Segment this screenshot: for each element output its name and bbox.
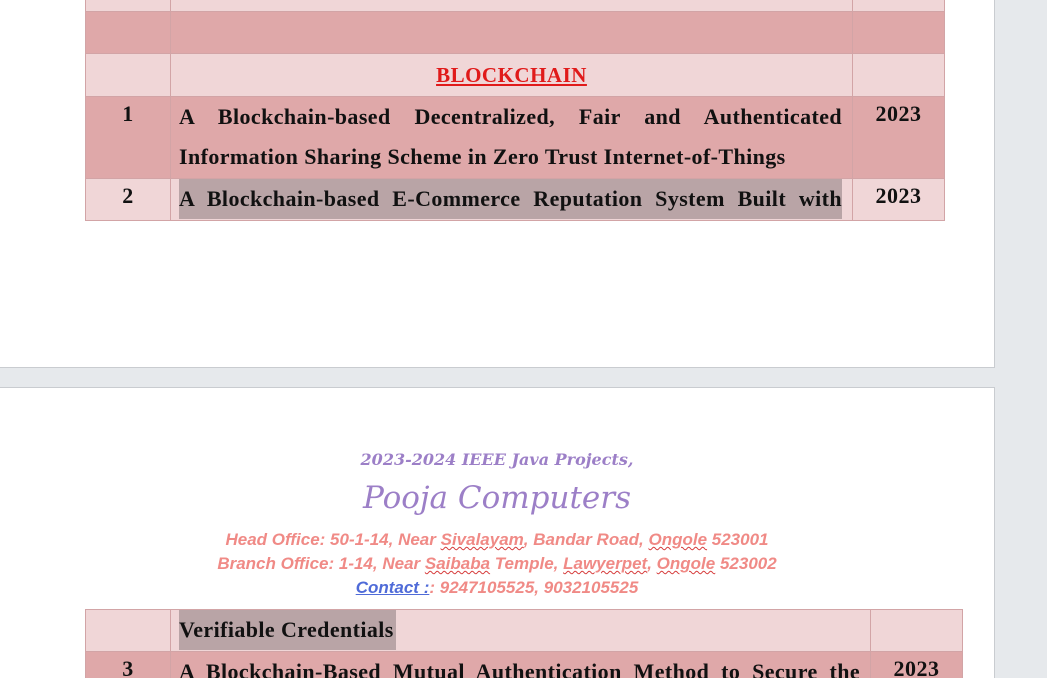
project-title[interactable]: A Blockchain-Based Mutual Authentication… [171, 652, 871, 678]
address-text: Head Office: 50-1-14, Near [225, 530, 440, 549]
address-text: 523002 [715, 554, 776, 573]
address-text: 523001 [707, 530, 768, 549]
address-text: Branch Office: 1-14, Near [217, 554, 425, 573]
branch-office-address: Branch Office: 1-14, Near Saibaba Temple… [0, 554, 994, 574]
table-row: 3 A Blockchain-Based Mutual Authenticati… [86, 652, 963, 678]
table-row: 2 A Blockchain-based E-Commerce Reputati… [86, 179, 945, 221]
spellcheck-word: Lawyerpet [563, 554, 647, 573]
header-subtitle: 2023-2024 IEEE Java Projects, [0, 450, 994, 469]
spellcheck-word: Sivalayam [441, 530, 524, 549]
table-row: 1 A Blockchain-based Decentralized, Fair… [86, 97, 945, 179]
table-cell[interactable] [853, 12, 945, 54]
section-heading[interactable]: BLOCKCHAIN [171, 54, 853, 97]
projects-table: BLOCKCHAIN 1 A Blockchain-based Decentra… [85, 0, 945, 221]
table-row [86, 0, 945, 12]
category-title[interactable]: Verifiable Credentials [171, 610, 871, 652]
address-text: Temple, [490, 554, 563, 573]
table-cell[interactable] [171, 12, 853, 54]
document-page-1: BLOCKCHAIN 1 A Blockchain-based Decentra… [0, 0, 995, 368]
company-name: Pooja Computers [0, 480, 994, 516]
row-number[interactable]: 1 [86, 97, 171, 179]
table-cell[interactable] [171, 0, 853, 12]
spellcheck-word: Ongole [657, 554, 716, 573]
projects-table-continued: Verifiable Credentials 3 A Blockchain-Ba… [85, 609, 963, 678]
spellcheck-word: Ongole [648, 530, 707, 549]
table-cell[interactable] [86, 610, 171, 652]
address-text: , [647, 554, 656, 573]
table-cell[interactable] [853, 0, 945, 12]
address-text: , Bandar Road, [524, 530, 649, 549]
contact-line: Contact :: 9247105525, 9032105525 [0, 578, 994, 598]
project-title[interactable]: A Blockchain-based E-Commerce Reputation… [171, 179, 853, 221]
table-cell[interactable] [86, 54, 171, 97]
title-line: A Blockchain-based Decentralized, Fair a… [179, 104, 842, 129]
spellcheck-word: Saibaba [425, 554, 490, 573]
table-row [86, 12, 945, 54]
selected-text: A Blockchain-based E-Commerce Reputation… [179, 179, 842, 219]
project-title[interactable]: A Blockchain-based Decentralized, Fair a… [171, 97, 853, 179]
document-page-2: 2023-2024 IEEE Java Projects, Pooja Comp… [0, 387, 995, 678]
project-year[interactable]: 2023 [853, 97, 945, 179]
table-row: BLOCKCHAIN [86, 54, 945, 97]
contact-numbers: : 9247105525, 9032105525 [429, 578, 638, 597]
head-office-address: Head Office: 50-1-14, Near Sivalayam, Ba… [0, 530, 994, 550]
table-cell[interactable] [853, 54, 945, 97]
project-year[interactable]: 2023 [853, 179, 945, 221]
title-line: Information Sharing Scheme in Zero Trust… [179, 137, 842, 177]
row-number[interactable]: 2 [86, 179, 171, 221]
table-cell[interactable] [86, 0, 171, 12]
table-cell[interactable] [86, 12, 171, 54]
row-number[interactable]: 3 [86, 652, 171, 678]
contact-link[interactable]: Contact : [356, 578, 430, 597]
project-year[interactable]: 2023 [871, 652, 963, 678]
table-row: Verifiable Credentials [86, 610, 963, 652]
table-cell[interactable] [871, 610, 963, 652]
selected-text: Verifiable Credentials [179, 610, 396, 650]
